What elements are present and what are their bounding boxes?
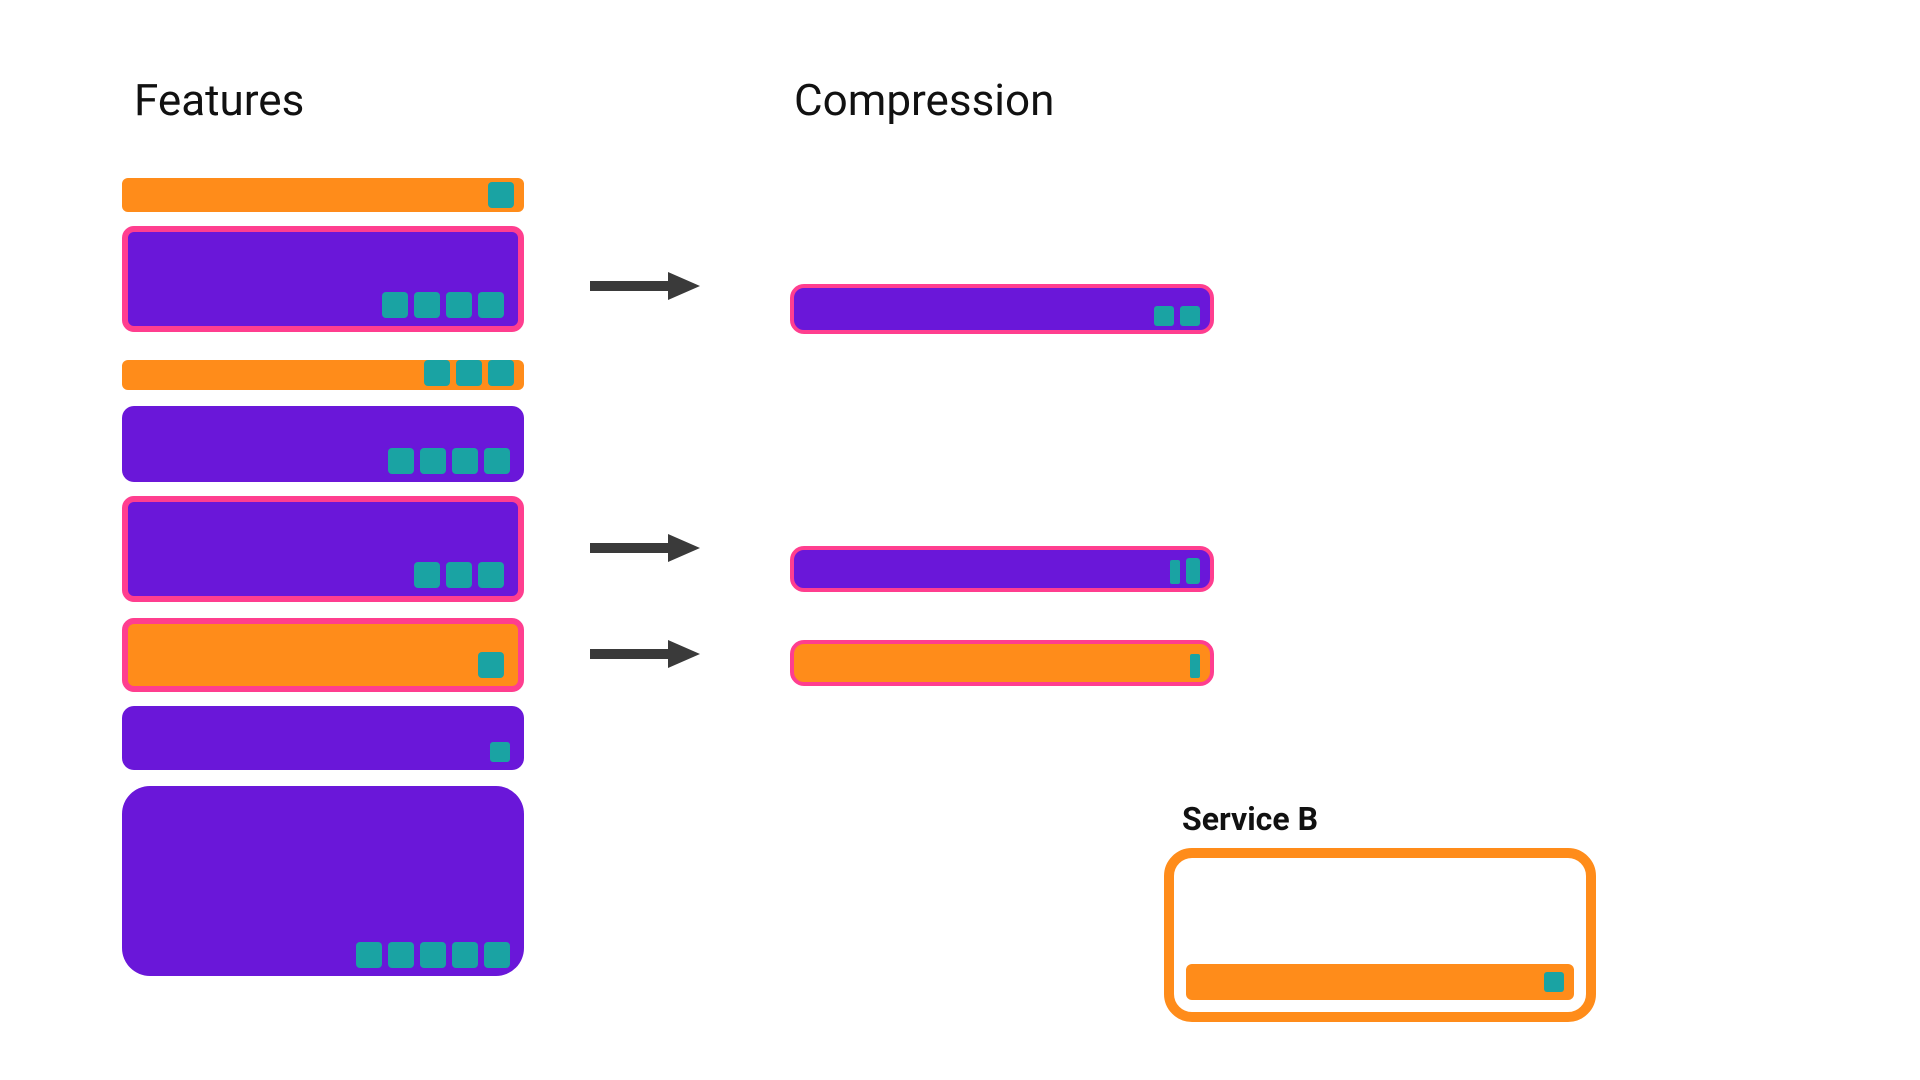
teal-tick-icon [1186,558,1200,584]
feature-block-f7 [122,706,524,770]
feature-block-f3 [122,360,524,390]
teal-tick-icon [478,652,504,678]
teal-tick-icon [1190,654,1200,678]
teal-tick-icon [478,292,504,318]
compressed-block-c1 [790,284,1214,334]
compressed-block-c2 [790,546,1214,592]
teal-tick-icon [456,360,482,386]
teal-tick-icon [388,448,414,474]
teal-tick-icon [382,292,408,318]
teal-tick-icon [424,360,450,386]
teal-tick-icon [414,292,440,318]
arrow-right-icon [590,640,700,668]
features-heading: Features [134,74,304,126]
arrow-right-icon [590,272,700,300]
feature-block-f4 [122,406,524,482]
service-b-heading: Service B [1182,800,1318,838]
feature-block-f2 [122,226,524,332]
teal-tick-icon [1180,306,1200,326]
teal-tick-icon [446,562,472,588]
service-b-box [1164,848,1596,1022]
teal-tick-icon [414,562,440,588]
teal-tick-icon [420,448,446,474]
arrow-right-icon [590,534,700,562]
feature-block-f8 [122,786,524,976]
teal-tick-icon [478,562,504,588]
compression-heading: Compression [794,74,1054,126]
teal-tick-icon [1544,972,1564,992]
teal-tick-icon [1170,560,1180,584]
teal-tick-icon [1154,306,1174,326]
teal-tick-icon [356,942,382,968]
teal-tick-icon [388,942,414,968]
teal-tick-icon [484,942,510,968]
teal-tick-icon [488,360,514,386]
teal-tick-icon [488,182,514,208]
teal-tick-icon [490,742,510,762]
teal-tick-icon [452,942,478,968]
compressed-block-c3 [790,640,1214,686]
feature-block-f5 [122,496,524,602]
teal-tick-icon [420,942,446,968]
diagram-canvas: { "colors": { "orange": "#ff8c1a", "purp… [0,0,1920,1080]
feature-block-f1 [122,178,524,212]
feature-block-f6 [122,618,524,692]
teal-tick-icon [446,292,472,318]
teal-tick-icon [484,448,510,474]
teal-tick-icon [452,448,478,474]
service-b-inner-bar [1186,964,1574,1000]
